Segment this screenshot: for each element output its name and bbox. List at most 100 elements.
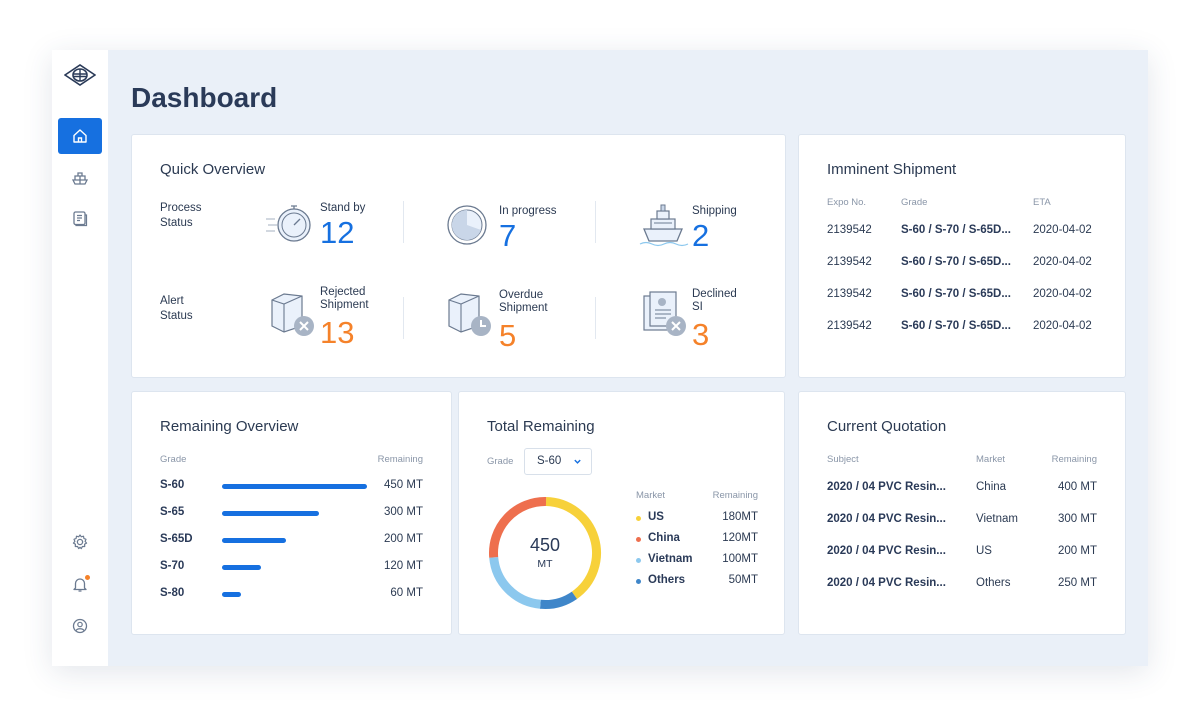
list-item: S-65D 200 MT xyxy=(132,533,451,551)
remaining-overview-card: Remaining Overview Grade Remaining S-60 4… xyxy=(131,391,452,635)
column-header: Grade xyxy=(901,197,928,208)
market-remaining: 50MT xyxy=(728,574,758,586)
remaining-value: 200 MT xyxy=(1058,545,1097,557)
company-logo[interactable] xyxy=(64,62,96,88)
market-value: China xyxy=(976,481,1007,493)
grade-name: S-80 xyxy=(160,587,185,599)
nav-profile[interactable] xyxy=(58,608,102,644)
process-status-label: Process Status xyxy=(160,202,202,229)
market-remaining: 120MT xyxy=(722,532,758,544)
grade-value: S-60 / S-70 / S-65D... xyxy=(901,256,1011,268)
grade-name: S-65 xyxy=(160,506,185,518)
grade-value: S-60 / S-70 / S-65D... xyxy=(901,288,1011,300)
app-window: Dashboard Quick Overview Process Status … xyxy=(52,50,1148,666)
remaining-bar-fill xyxy=(222,511,319,516)
remaining-bar xyxy=(222,511,367,516)
subject-value: 2020 / 04 PVC Resin... xyxy=(827,481,946,493)
remaining-bar-fill xyxy=(222,484,367,489)
grade-name: S-60 xyxy=(160,479,185,491)
stat-value: 3 xyxy=(692,317,710,352)
subject-value: 2020 / 04 PVC Resin... xyxy=(827,577,946,589)
remaining-value: 60 MT xyxy=(390,587,423,599)
ship-icon xyxy=(71,172,89,185)
table-row[interactable]: 2020 / 04 PVC Resin... US 200 MT xyxy=(799,545,1125,565)
list-item: S-60 450 MT xyxy=(132,479,451,497)
column-header: Grade xyxy=(160,454,187,465)
total-remaining-card: Total Remaining Grade S-60 450 MT Market… xyxy=(458,391,785,635)
expo-number: 2139542 xyxy=(827,288,872,300)
chevron-down-icon xyxy=(574,459,581,464)
remaining-value: 300 MT xyxy=(384,506,423,518)
grade-select[interactable]: S-60 xyxy=(524,448,592,475)
table-row[interactable]: 2139542 S-60 / S-70 / S-65D... 2020-04-02 xyxy=(799,288,1125,308)
alert-status-label: Alert Status xyxy=(160,295,193,322)
stat-value: 2 xyxy=(692,218,710,253)
legend-item: US 180MT xyxy=(459,511,784,527)
current-quotation-card: Current Quotation Subject Market Remaini… xyxy=(798,391,1126,635)
legend-dot xyxy=(636,558,641,563)
table-row[interactable]: 2139542 S-60 / S-70 / S-65D... 2020-04-02 xyxy=(799,224,1125,244)
divider xyxy=(595,201,596,243)
remaining-value: 300 MT xyxy=(1058,513,1097,525)
legend-dot xyxy=(636,579,641,584)
nav-home[interactable] xyxy=(58,118,102,154)
market-name: China xyxy=(648,532,680,544)
grade-name: S-65D xyxy=(160,533,193,545)
list-item: S-80 60 MT xyxy=(132,587,451,605)
remaining-bar xyxy=(222,565,367,570)
page-title: Dashboard xyxy=(131,82,278,113)
nav-settings[interactable] xyxy=(58,524,102,560)
nav-documents[interactable] xyxy=(58,200,102,236)
divider xyxy=(595,297,596,339)
market-name: Others xyxy=(648,574,686,586)
expo-number: 2139542 xyxy=(827,224,872,236)
table-row[interactable]: 2020 / 04 PVC Resin... China 400 MT xyxy=(799,481,1125,501)
eta-value: 2020-04-02 xyxy=(1033,320,1092,332)
card-title: Total Remaining xyxy=(487,418,595,435)
market-value: Others xyxy=(976,577,1011,589)
imminent-shipment-card: Imminent Shipment Expo No. Grade ETA 213… xyxy=(798,134,1126,378)
list-item: S-70 120 MT xyxy=(132,560,451,578)
legend-item: Vietnam 100MT xyxy=(459,553,784,569)
document-icon xyxy=(73,211,88,227)
overdue-box-icon xyxy=(448,293,491,336)
eta-value: 2020-04-02 xyxy=(1033,224,1092,236)
card-title: Imminent Shipment xyxy=(827,161,957,178)
column-header: Remaining xyxy=(712,490,758,501)
remaining-bar-fill xyxy=(222,592,242,597)
stat-label: Rejected Shipment xyxy=(320,286,369,311)
nav-shipment[interactable] xyxy=(58,160,102,196)
table-row[interactable]: 2020 / 04 PVC Resin... Others 250 MT xyxy=(799,577,1125,597)
stat-value: 12 xyxy=(320,215,355,250)
market-remaining: 100MT xyxy=(722,553,758,565)
remaining-value: 450 MT xyxy=(384,479,423,491)
expo-number: 2139542 xyxy=(827,256,872,268)
list-item: S-65 300 MT xyxy=(132,506,451,524)
legend-item: China 120MT xyxy=(459,532,784,548)
remaining-value: 250 MT xyxy=(1058,577,1097,589)
eta-value: 2020-04-02 xyxy=(1033,256,1092,268)
stat-value: 13 xyxy=(320,315,355,350)
nav-notifications[interactable] xyxy=(58,566,102,602)
home-icon xyxy=(73,129,87,143)
legend-dot xyxy=(636,516,641,521)
donut-segment xyxy=(539,591,578,609)
table-row[interactable]: 2020 / 04 PVC Resin... Vietnam 300 MT xyxy=(799,513,1125,533)
divider xyxy=(403,201,404,243)
eta-value: 2020-04-02 xyxy=(1033,288,1092,300)
notification-badge xyxy=(85,575,90,580)
table-row[interactable]: 2139542 S-60 / S-70 / S-65D... 2020-04-02 xyxy=(799,320,1125,340)
divider xyxy=(403,297,404,339)
stat-value: 7 xyxy=(499,218,517,253)
grade-value: S-60 / S-70 / S-65D... xyxy=(901,224,1011,236)
pie-progress-icon xyxy=(447,205,487,245)
card-title: Current Quotation xyxy=(827,418,947,435)
gear-icon xyxy=(72,534,88,550)
legend-dot xyxy=(636,537,641,542)
stat-label: Declined SI xyxy=(692,288,737,313)
column-header: Remaining xyxy=(377,454,423,465)
table-row[interactable]: 2139542 S-60 / S-70 / S-65D... 2020-04-02 xyxy=(799,256,1125,276)
user-circle-icon xyxy=(72,618,88,634)
legend-item: Others 50MT xyxy=(459,574,784,590)
column-header: ETA xyxy=(1033,197,1051,208)
